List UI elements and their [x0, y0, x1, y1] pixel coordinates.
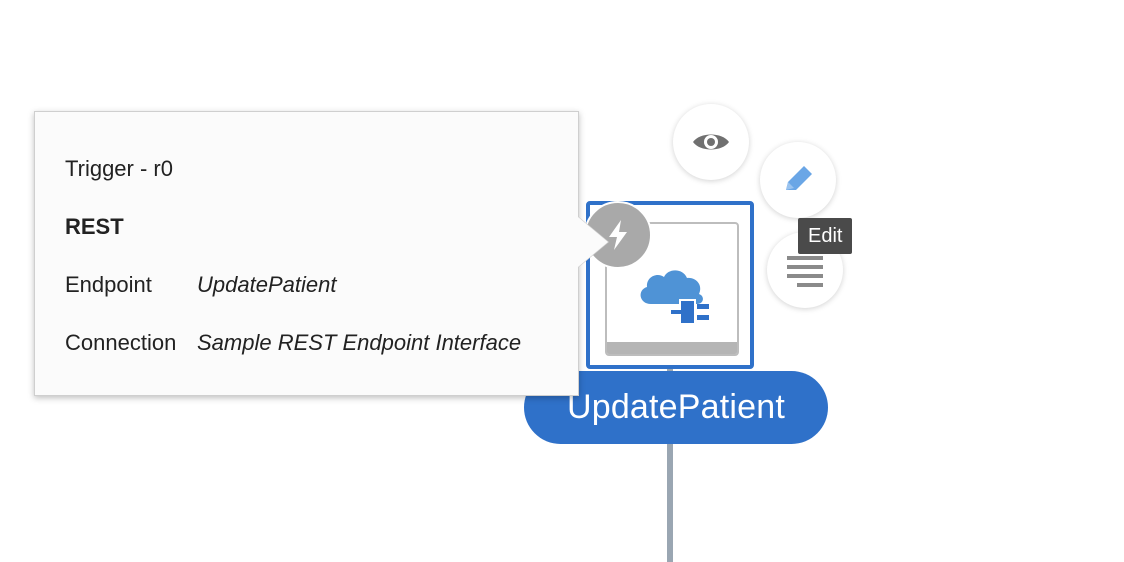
popover-title: Trigger - r0 — [65, 156, 173, 181]
popover-row-label: Connection — [65, 330, 177, 355]
view-button[interactable] — [673, 104, 749, 180]
popover-arrow — [578, 217, 608, 267]
cloud-plug-icon — [640, 270, 709, 325]
eye-icon — [693, 134, 729, 150]
popover-row-endpoint: Endpoint UpdatePatient — [65, 272, 336, 298]
popover-row-label: Endpoint — [65, 272, 152, 297]
integration-canvas: UpdatePatient Edit Trigger - r0 REST End… — [0, 0, 1124, 562]
menu-lines-icon — [787, 256, 823, 287]
trigger-details-popover: Trigger - r0 REST Endpoint UpdatePatient… — [34, 111, 579, 396]
node-footer-bar — [607, 342, 737, 354]
pencil-icon — [786, 166, 812, 190]
edit-button[interactable] — [760, 142, 836, 218]
popover-row-connection: Connection Sample REST Endpoint Interfac… — [65, 330, 521, 356]
popover-row-value: UpdatePatient — [197, 272, 337, 297]
popover-type: REST — [65, 214, 124, 239]
popover-row-value: Sample REST Endpoint Interface — [197, 330, 522, 355]
edit-tooltip: Edit — [798, 218, 853, 254]
